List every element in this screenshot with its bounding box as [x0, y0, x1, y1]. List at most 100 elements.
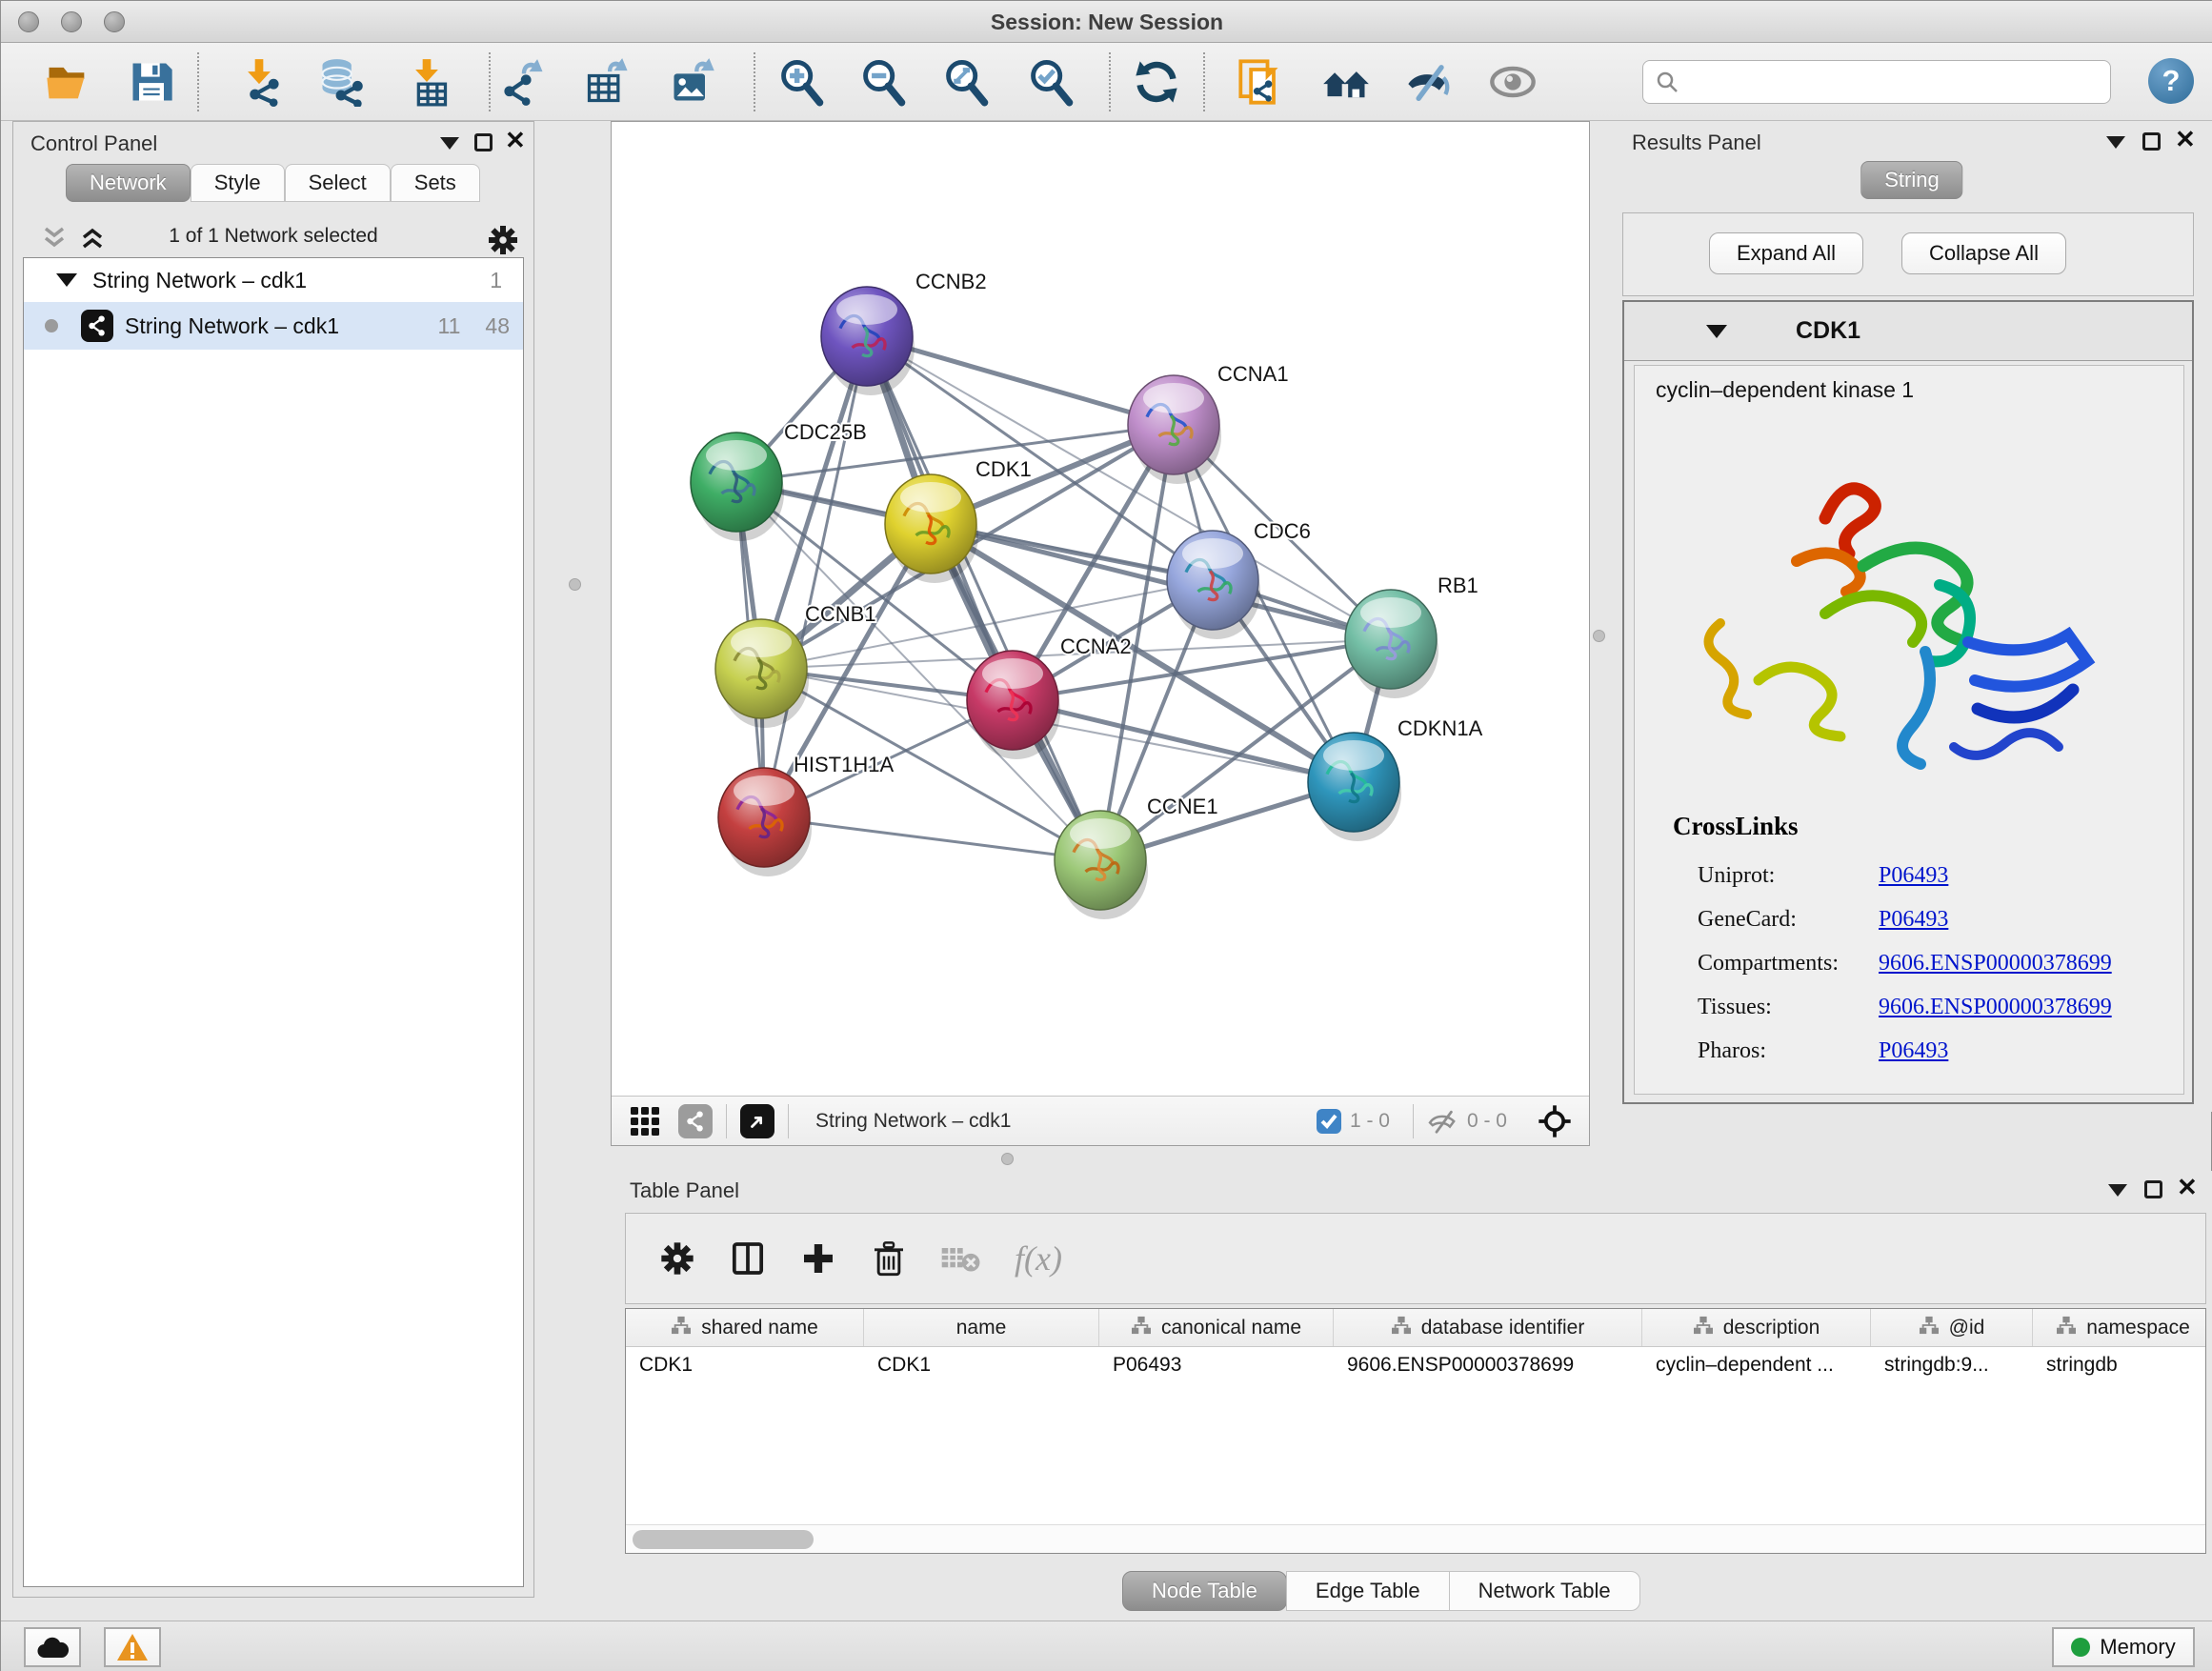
edge-HIST1H1A-CCNE1[interactable] — [764, 817, 1100, 860]
search-input[interactable] — [1679, 70, 2099, 93]
help-button[interactable]: ? — [2148, 58, 2194, 104]
expand-all-button[interactable]: Expand All — [1709, 232, 1863, 274]
apply-preferred-layout-icon[interactable] — [1132, 57, 1181, 107]
table-options-gear-icon[interactable] — [658, 1239, 696, 1278]
zoom-out-icon[interactable] — [858, 57, 908, 107]
tab-string[interactable]: String — [1860, 161, 1962, 199]
panel-close-icon[interactable]: ✕ — [2177, 1178, 2198, 1197]
crosslink-link[interactable]: P06493 — [1879, 1038, 1948, 1064]
column-header--id[interactable]: @id — [1871, 1309, 2033, 1346]
cell-description[interactable]: cyclin–dependent ... — [1642, 1347, 1871, 1383]
function-builder-icon[interactable]: f(x) — [1015, 1238, 1062, 1278]
panel-menu-icon[interactable] — [440, 137, 459, 150]
tab-network-table[interactable]: Network Table — [1449, 1571, 1640, 1611]
cdk1-section-header[interactable]: CDK1 — [1624, 302, 2192, 361]
edge-CCNB2-CCNE1[interactable] — [867, 336, 1100, 860]
panel-float-icon[interactable] — [2144, 1180, 2162, 1198]
network-collection-row[interactable]: String Network – cdk1 1 — [24, 258, 523, 302]
save-session-icon[interactable] — [127, 57, 176, 107]
delete-column-trash-icon[interactable] — [870, 1239, 908, 1278]
crosslink-link[interactable]: 9606.ENSP00000378699 — [1879, 951, 2112, 976]
table-row[interactable]: CDK1CDK1P064939606.ENSP00000378699cyclin… — [626, 1347, 2205, 1383]
export-network-icon[interactable] — [499, 57, 549, 107]
zoom-fit-content-icon[interactable] — [941, 57, 991, 107]
table-horizontal-scrollbar[interactable] — [626, 1524, 2205, 1553]
node-CDKN1A[interactable] — [1308, 733, 1401, 841]
column-header-shared-name[interactable]: shared name — [626, 1309, 864, 1346]
edge-CCNB2-HIST1H1A[interactable] — [764, 336, 867, 817]
section-expander-icon[interactable] — [1706, 325, 1727, 338]
open-session-icon[interactable] — [43, 57, 92, 107]
grid-view-icon[interactable] — [629, 1105, 661, 1137]
first-neighbors-icon[interactable] — [1321, 57, 1371, 107]
warnings-button[interactable] — [104, 1627, 161, 1667]
create-column-plus-icon[interactable] — [799, 1239, 837, 1278]
detach-view-icon[interactable] — [740, 1104, 774, 1138]
network-row-selected[interactable]: String Network – cdk1 11 48 — [24, 302, 523, 350]
network-options-gear-icon[interactable] — [486, 223, 520, 257]
cell--id[interactable]: stringdb:9... — [1871, 1347, 2033, 1383]
node-CCNA2[interactable] — [967, 651, 1060, 759]
node-CCNB1[interactable] — [715, 619, 809, 728]
column-header-name[interactable]: name — [864, 1309, 1099, 1346]
cloud-status-button[interactable] — [24, 1627, 81, 1667]
node-CCNE1[interactable] — [1055, 811, 1148, 919]
panel-float-icon[interactable] — [474, 133, 493, 151]
tab-network[interactable]: Network — [66, 164, 191, 202]
node-CCNA1[interactable] — [1128, 375, 1221, 484]
search-box[interactable] — [1642, 60, 2111, 104]
splitter-handle[interactable] — [1001, 1153, 1014, 1165]
tab-select[interactable]: Select — [285, 164, 391, 202]
delete-table-icon[interactable] — [940, 1241, 982, 1276]
cell-database-identifier[interactable]: 9606.ENSP00000378699 — [1334, 1347, 1642, 1383]
panel-menu-icon[interactable] — [2108, 1184, 2127, 1197]
selected-nodes-checkbox-icon[interactable] — [1316, 1108, 1342, 1135]
tab-sets[interactable]: Sets — [391, 164, 480, 202]
edge-CCNA2-CDKN1A[interactable] — [1013, 700, 1354, 782]
column-header-database-identifier[interactable]: database identifier — [1334, 1309, 1642, 1346]
panel-menu-icon[interactable] — [2106, 136, 2125, 149]
memory-button[interactable]: Memory — [2052, 1627, 2195, 1667]
show-columns-icon[interactable] — [729, 1239, 767, 1278]
node-CDC25B[interactable] — [691, 433, 784, 541]
fit-selected-crosshair-icon[interactable] — [1536, 1102, 1574, 1140]
cell-name[interactable]: CDK1 — [864, 1347, 1099, 1383]
collapse-all-button[interactable]: Collapse All — [1901, 232, 2066, 274]
crosslink-link[interactable]: P06493 — [1879, 907, 1948, 933]
import-network-from-database-icon[interactable] — [316, 57, 366, 107]
network-view[interactable]: CCNB2CCNA1CDC25BCDK1CDC6RB1CCNB1CCNA2CDK… — [611, 121, 1590, 1146]
node-CDC6[interactable] — [1167, 531, 1260, 639]
node-CDK1[interactable] — [885, 474, 978, 583]
panel-float-icon[interactable] — [2142, 132, 2161, 151]
splitter-handle[interactable] — [569, 578, 581, 591]
crosslink-link[interactable]: P06493 — [1879, 863, 1948, 889]
panel-close-icon[interactable]: ✕ — [505, 131, 526, 150]
network-canvas[interactable]: CCNB2CCNA1CDC25BCDK1CDC6RB1CCNB1CCNA2CDK… — [612, 122, 1589, 1096]
zoom-in-icon[interactable] — [776, 57, 826, 107]
crosslink-link[interactable]: 9606.ENSP00000378699 — [1879, 995, 2112, 1020]
splitter-handle[interactable] — [1593, 630, 1605, 642]
node-table[interactable]: shared namenamecanonical namedatabase id… — [625, 1308, 2206, 1554]
tab-style[interactable]: Style — [191, 164, 285, 202]
node-CCNB2[interactable] — [821, 287, 915, 395]
collection-expander-icon[interactable] — [56, 273, 77, 287]
node-HIST1H1A[interactable] — [718, 768, 812, 876]
column-header-canonical-name[interactable]: canonical name — [1099, 1309, 1334, 1346]
zoom-selected-icon[interactable] — [1026, 57, 1076, 107]
column-header-namespace[interactable]: namespace — [2033, 1309, 2206, 1346]
node-RB1[interactable] — [1345, 590, 1438, 698]
network-view-mode-icon[interactable] — [678, 1104, 713, 1138]
export-table-icon[interactable] — [583, 57, 633, 107]
import-network-from-file-icon[interactable] — [234, 57, 284, 107]
cell-namespace[interactable]: stringdb — [2033, 1347, 2206, 1383]
import-table-from-file-icon[interactable] — [402, 57, 452, 107]
scrollbar-thumb[interactable] — [633, 1530, 814, 1549]
export-image-icon[interactable] — [668, 57, 717, 107]
show-all-icon[interactable] — [1488, 57, 1538, 107]
panel-close-icon[interactable]: ✕ — [2175, 131, 2196, 149]
hide-selection-icon[interactable] — [1404, 57, 1454, 107]
tab-edge-table[interactable]: Edge Table — [1286, 1571, 1450, 1611]
column-header-description[interactable]: description — [1642, 1309, 1871, 1346]
cell-canonical-name[interactable]: P06493 — [1099, 1347, 1334, 1383]
copy-network-icon[interactable] — [1237, 57, 1286, 107]
